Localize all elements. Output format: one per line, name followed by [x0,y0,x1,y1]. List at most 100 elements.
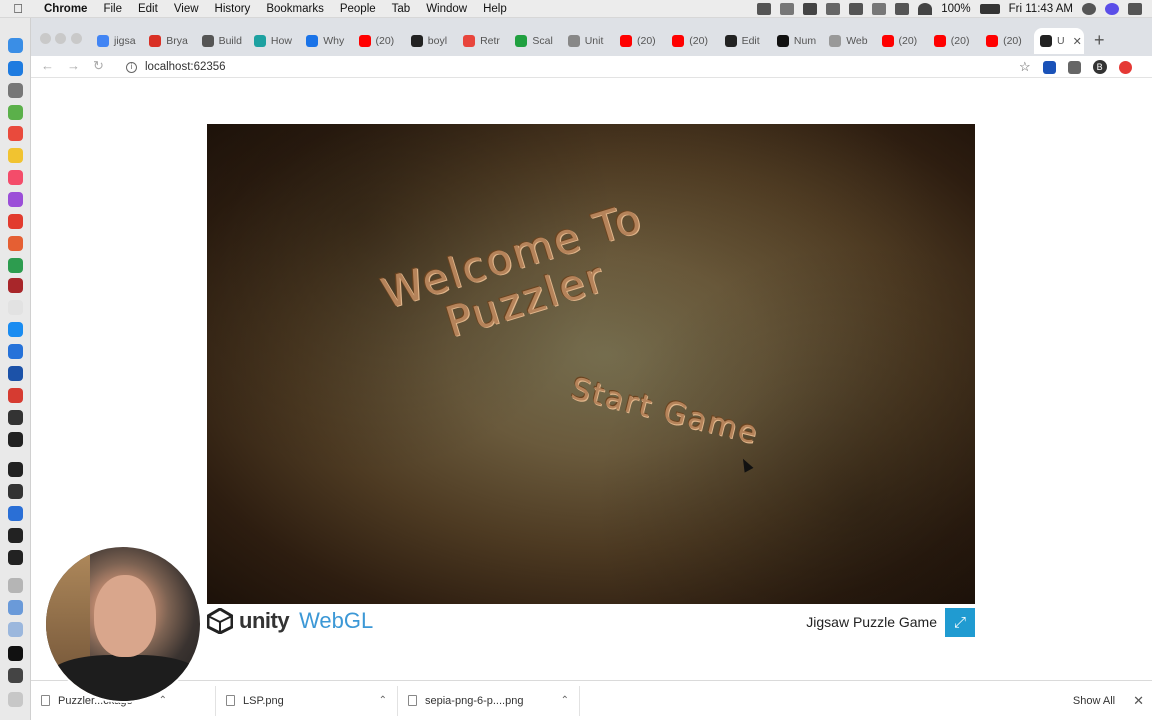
dock-bitwarden-icon[interactable] [8,366,23,381]
menu-help[interactable]: Help [475,3,515,15]
tab-item[interactable]: (20) [620,28,666,54]
dock-music-icon[interactable] [8,170,23,185]
status-cloud-icon[interactable] [803,2,818,15]
dock-appstore-icon[interactable] [8,322,23,337]
tab-close-icon[interactable]: ✕ [1073,35,1082,48]
dock-maps-icon[interactable] [8,105,23,120]
url-text[interactable]: localhost:62356 [145,61,226,73]
chevron-up-icon[interactable]: ⌃ [561,695,569,706]
extensions-puzzle-icon[interactable] [1067,60,1081,74]
dock-app4-icon[interactable] [8,300,23,315]
close-shelf-icon[interactable]: ✕ [1133,693,1144,709]
dock-photos-icon[interactable] [8,236,23,251]
tab-item[interactable]: How [253,28,300,54]
dock-trash-icon[interactable] [8,692,23,707]
tab-item[interactable]: Brya [149,28,195,54]
apple-icon[interactable]:  [0,1,36,16]
tab-item[interactable]: (20) [881,28,928,54]
dock-app2-icon[interactable] [8,258,23,273]
status-app-icon[interactable] [757,2,772,15]
dock-news-icon[interactable] [8,214,23,229]
dock-app3-icon[interactable] [8,278,23,293]
back-button[interactable]: ← [41,58,54,73]
menubar-clock[interactable]: Fri 11:43 AM [1009,3,1073,15]
tab-item[interactable]: Scal [515,28,561,54]
dock-downloads-icon[interactable] [8,600,23,615]
dock-launchpad-icon[interactable] [8,83,23,98]
tab-item[interactable]: Unit [567,28,614,54]
tab-item[interactable]: Num [776,28,823,54]
webcam-face [94,575,156,657]
tab-item[interactable]: boyl [410,28,457,54]
bitwarden-extension-icon[interactable] [1042,60,1056,74]
start-game-button[interactable]: Start Game [568,371,763,451]
menu-file[interactable]: File [95,3,130,15]
tab-item[interactable]: Edit [724,28,771,54]
chevron-up-icon[interactable]: ⌃ [379,695,387,706]
show-all-downloads-button[interactable]: Show All [1073,695,1115,707]
tab-item[interactable]: jigsa [97,28,143,54]
dock-app-icon[interactable] [8,61,23,76]
profile-avatar[interactable]: B [1092,60,1107,74]
status-airplay-icon[interactable] [849,2,864,15]
tab-item[interactable]: Build [201,28,248,54]
dock-app6-icon[interactable] [8,388,23,403]
menu-view[interactable]: View [166,3,207,15]
new-tab-button[interactable]: + [1094,30,1105,51]
dock-notes-icon[interactable] [8,148,23,163]
bluetooth-icon[interactable] [895,2,910,15]
window-minimize-button[interactable] [55,33,66,44]
download-item-3[interactable]: sepia-png-6-p....png ⌃ [398,685,580,716]
reload-button[interactable]: ↻ [93,58,104,74]
tab-item[interactable]: Web [829,28,875,54]
dock-terminal-icon[interactable] [8,432,23,447]
dock-app5-icon[interactable] [8,344,23,359]
dock-documents-icon[interactable] [8,622,23,637]
dock-app8-icon[interactable] [8,668,23,683]
unity-game-canvas[interactable]: Welcome To Puzzler Start Game [207,124,975,604]
site-info-icon[interactable]: i [126,61,137,73]
forward-button[interactable]: → [67,58,80,73]
dock-unity2-icon[interactable] [8,550,23,565]
dock-calendar-icon[interactable] [8,126,23,141]
download-item-2[interactable]: LSP.png ⌃ [216,685,398,716]
tab-item[interactable]: Retr [463,28,509,54]
tab-item[interactable]: (20) [358,28,405,54]
menu-people[interactable]: People [332,3,384,15]
status-glasses-icon[interactable] [826,2,841,15]
address-bar[interactable]: i localhost:62356 [126,57,1046,77]
dock-iterm-icon[interactable] [8,528,23,543]
tab-active-unity[interactable]: U ✕ [1034,28,1084,54]
dock-finder-icon[interactable] [8,38,23,53]
spotlight-search-icon[interactable] [1082,2,1096,15]
dock-vscode-icon[interactable] [8,506,23,521]
update-menu-icon[interactable] [1118,60,1132,74]
menu-app-name[interactable]: Chrome [36,3,95,15]
window-zoom-button[interactable] [71,33,82,44]
bookmark-star-icon[interactable]: ☆ [1019,59,1031,75]
menu-window[interactable]: Window [418,3,475,15]
menu-edit[interactable]: Edit [130,3,166,15]
notification-center-icon[interactable] [1128,2,1142,15]
tab-favicon-icon [515,35,528,47]
tab-item[interactable]: (20) [933,28,980,54]
window-close-button[interactable] [40,33,51,44]
siri-icon[interactable] [1105,2,1119,15]
battery-icon[interactable] [979,3,1000,14]
dock-unity-hub-icon[interactable] [8,462,23,477]
menu-bookmarks[interactable]: Bookmarks [258,3,332,15]
wifi-icon[interactable] [918,2,933,15]
fullscreen-button[interactable]: ⤢ [945,608,975,637]
dock-podcasts-icon[interactable] [8,192,23,207]
dock-settings-icon[interactable] [8,410,23,425]
tab-item[interactable]: (20) [672,28,718,54]
menu-tab[interactable]: Tab [384,3,419,15]
status-send-icon[interactable] [780,2,795,15]
tab-item[interactable]: (20) [986,28,1032,54]
dock-unity-icon[interactable] [8,484,23,499]
status-display-icon[interactable] [872,2,887,15]
tab-item[interactable]: Why [306,28,352,54]
dock-folder-icon[interactable] [8,578,23,593]
dock-app7-icon[interactable] [8,646,23,661]
menu-history[interactable]: History [207,3,259,15]
